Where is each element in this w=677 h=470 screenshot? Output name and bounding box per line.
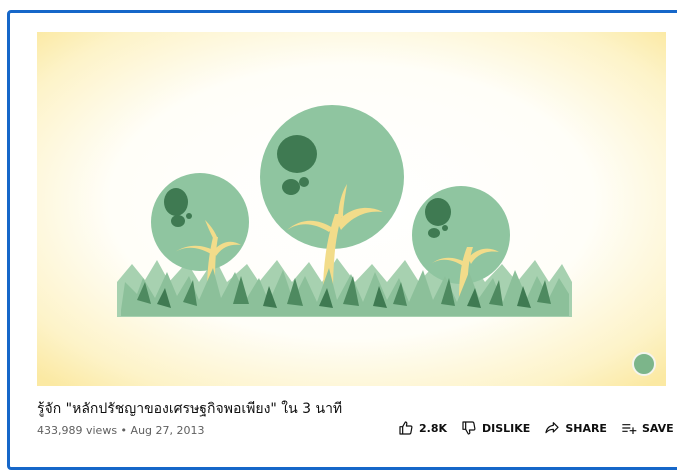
like-count: 2.8K [419,421,448,435]
upload-date: Aug 27, 2013 [130,424,205,437]
playlist-add-icon [621,420,637,436]
thumb-up-icon [398,420,414,436]
video-meta: 433,989 views • Aug 27, 2013 [37,424,205,437]
share-button[interactable]: SHARE [544,420,607,436]
share-label: SHARE [565,421,607,435]
video-title: รู้จัก "หลักปรัชญาของเศรษฐกิจพอเพียง" ใน… [37,401,343,417]
channel-logo-icon[interactable] [632,352,656,376]
dislike-label: DISLIKE [482,421,531,435]
like-button[interactable]: 2.8K [398,420,447,436]
thumb-down-icon [461,420,477,436]
share-arrow-icon [544,420,560,436]
view-count: 433,989 views [37,424,118,437]
save-button[interactable]: SAVE [621,420,674,436]
video-actions: 2.8K DISLIKE SHARE SAVE ... [398,420,677,436]
video-player[interactable] [37,32,666,386]
save-label: SAVE [641,421,674,435]
meta-separator: • [120,424,128,437]
dislike-button[interactable]: DISLIKE [461,420,530,436]
video-thumbnail [37,32,666,386]
